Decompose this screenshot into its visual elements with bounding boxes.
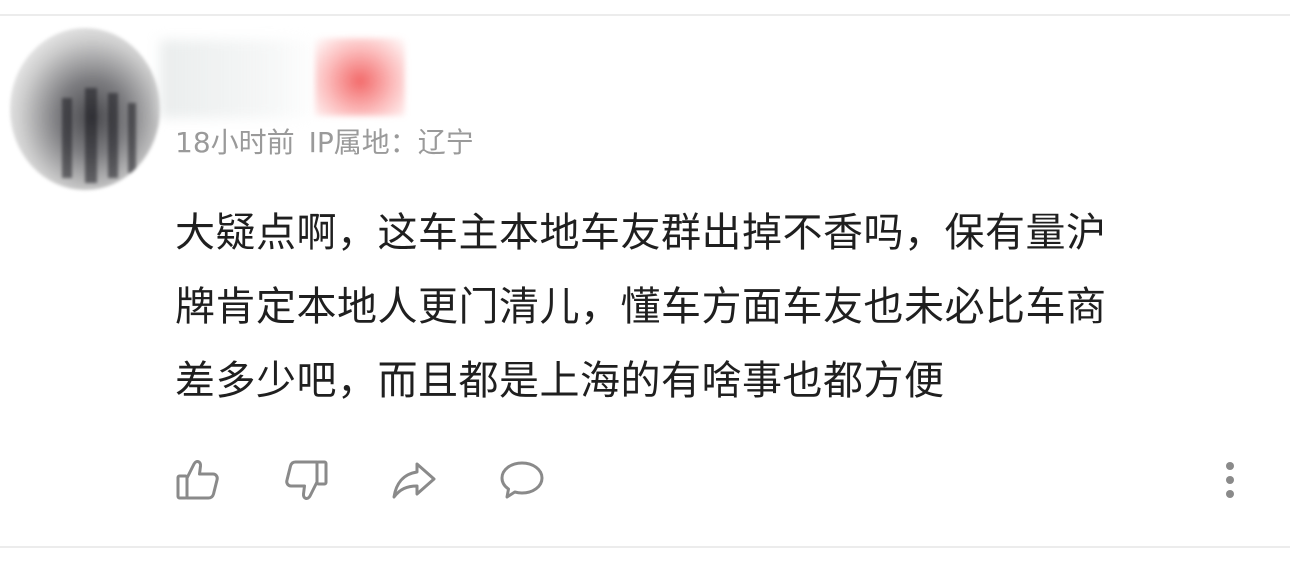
ip-location: IP属地：辽宁 [308,126,474,159]
comment-meta: 18小时前 IP属地：辽宁 [175,124,474,162]
share-button[interactable] [390,456,438,504]
thumbs-up-icon [176,460,219,500]
reply-button[interactable] [498,456,546,504]
dislike-button[interactable] [282,456,330,504]
like-button[interactable] [174,456,222,504]
share-icon [392,462,436,499]
thumbs-down-icon [285,460,328,500]
user-badge-redacted [315,38,405,116]
more-options-button[interactable] [1206,456,1254,504]
comment-line: 差多少吧，而且都是上海的有啥事也都方便 [175,358,945,404]
comment-bubble-icon [500,461,544,499]
comment-body: 大疑点啊，这车主本地车友群出掉不香吗，保有量沪 牌肯定本地人更门清儿，懂车方面车… [175,196,1255,418]
top-divider [0,14,1290,16]
comment-time: 18小时前 [175,126,295,159]
comment-line: 大疑点啊，这车主本地车友群出掉不香吗，保有量沪 [175,210,1107,256]
username-redacted[interactable] [160,40,320,118]
comment-line: 牌肯定本地人更门清儿，懂车方面车友也未必比车商 [175,284,1107,330]
bottom-divider [0,546,1290,548]
avatar[interactable] [10,28,160,190]
more-vertical-icon [1226,462,1234,498]
